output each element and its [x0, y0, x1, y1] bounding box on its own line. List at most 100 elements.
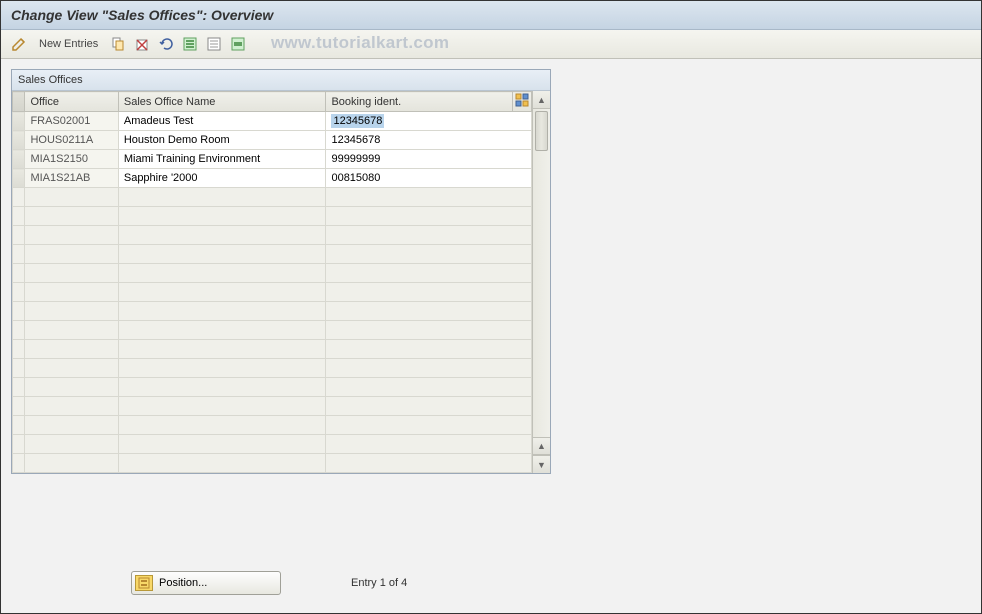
empty-cell[interactable]: [326, 416, 532, 435]
empty-row[interactable]: [13, 397, 532, 416]
empty-row[interactable]: [13, 245, 532, 264]
empty-cell[interactable]: [118, 340, 326, 359]
empty-cell[interactable]: [118, 207, 326, 226]
row-selector[interactable]: [13, 321, 25, 340]
row-selector[interactable]: [13, 112, 25, 131]
row-selector[interactable]: [13, 264, 25, 283]
table-row[interactable]: MIA1S21ABSapphire '200000815080: [13, 169, 532, 188]
row-selector[interactable]: [13, 245, 25, 264]
empty-cell[interactable]: [25, 302, 118, 321]
booking-header[interactable]: Booking ident.: [326, 92, 513, 112]
table-row[interactable]: HOUS0211AHouston Demo Room12345678: [13, 131, 532, 150]
empty-cell[interactable]: [25, 378, 118, 397]
empty-cell[interactable]: [25, 264, 118, 283]
delete-icon[interactable]: [132, 34, 152, 54]
booking-cell[interactable]: 12345678: [326, 131, 532, 150]
empty-cell[interactable]: [326, 359, 532, 378]
name-cell[interactable]: Amadeus Test: [118, 112, 326, 131]
empty-cell[interactable]: [25, 321, 118, 340]
row-selector[interactable]: [13, 131, 25, 150]
change-icon[interactable]: [9, 34, 29, 54]
empty-cell[interactable]: [25, 416, 118, 435]
empty-row[interactable]: [13, 207, 532, 226]
name-header[interactable]: Sales Office Name: [118, 92, 326, 112]
empty-row[interactable]: [13, 435, 532, 454]
name-cell[interactable]: Sapphire '2000: [118, 169, 326, 188]
empty-row[interactable]: [13, 359, 532, 378]
row-selector[interactable]: [13, 435, 25, 454]
empty-cell[interactable]: [118, 435, 326, 454]
row-selector[interactable]: [13, 378, 25, 397]
empty-cell[interactable]: [118, 226, 326, 245]
office-header[interactable]: Office: [25, 92, 118, 112]
empty-row[interactable]: [13, 321, 532, 340]
copy-icon[interactable]: [108, 34, 128, 54]
empty-cell[interactable]: [326, 454, 532, 473]
row-selector[interactable]: [13, 416, 25, 435]
name-cell[interactable]: Houston Demo Room: [118, 131, 326, 150]
row-selector[interactable]: [13, 169, 25, 188]
empty-cell[interactable]: [326, 378, 532, 397]
empty-row[interactable]: [13, 302, 532, 321]
empty-cell[interactable]: [25, 283, 118, 302]
empty-row[interactable]: [13, 378, 532, 397]
scroll-down-icon[interactable]: ▼: [533, 455, 550, 473]
empty-cell[interactable]: [118, 188, 326, 207]
selector-header[interactable]: [13, 92, 25, 112]
row-selector[interactable]: [13, 226, 25, 245]
empty-cell[interactable]: [118, 321, 326, 340]
empty-cell[interactable]: [326, 207, 532, 226]
row-selector[interactable]: [13, 359, 25, 378]
position-button[interactable]: Position...: [131, 571, 281, 595]
row-selector[interactable]: [13, 283, 25, 302]
row-selector[interactable]: [13, 340, 25, 359]
row-selector[interactable]: [13, 397, 25, 416]
empty-cell[interactable]: [25, 207, 118, 226]
config-header[interactable]: [513, 92, 532, 112]
row-selector[interactable]: [13, 150, 25, 169]
empty-cell[interactable]: [25, 340, 118, 359]
empty-row[interactable]: [13, 188, 532, 207]
select-block-icon[interactable]: [228, 34, 248, 54]
row-selector[interactable]: [13, 188, 25, 207]
empty-cell[interactable]: [25, 454, 118, 473]
select-all-icon[interactable]: [180, 34, 200, 54]
empty-cell[interactable]: [326, 264, 532, 283]
row-selector[interactable]: [13, 207, 25, 226]
empty-cell[interactable]: [326, 321, 532, 340]
table-row[interactable]: MIA1S2150Miami Training Environment99999…: [13, 150, 532, 169]
booking-cell[interactable]: 12345678: [326, 112, 532, 131]
scroll-thumb[interactable]: [535, 111, 548, 151]
empty-cell[interactable]: [118, 283, 326, 302]
empty-cell[interactable]: [118, 359, 326, 378]
empty-cell[interactable]: [25, 226, 118, 245]
empty-cell[interactable]: [326, 188, 532, 207]
empty-row[interactable]: [13, 340, 532, 359]
deselect-all-icon[interactable]: [204, 34, 224, 54]
empty-cell[interactable]: [326, 340, 532, 359]
empty-cell[interactable]: [326, 397, 532, 416]
booking-cell[interactable]: 99999999: [326, 150, 532, 169]
empty-row[interactable]: [13, 226, 532, 245]
empty-cell[interactable]: [326, 283, 532, 302]
empty-cell[interactable]: [25, 435, 118, 454]
empty-cell[interactable]: [118, 416, 326, 435]
empty-cell[interactable]: [326, 245, 532, 264]
empty-cell[interactable]: [25, 359, 118, 378]
name-cell[interactable]: Miami Training Environment: [118, 150, 326, 169]
empty-cell[interactable]: [326, 302, 532, 321]
empty-cell[interactable]: [326, 226, 532, 245]
empty-cell[interactable]: [118, 454, 326, 473]
office-cell[interactable]: MIA1S2150: [25, 150, 118, 169]
empty-cell[interactable]: [326, 435, 532, 454]
scroll-down-icon[interactable]: ▲: [533, 437, 550, 455]
row-selector[interactable]: [13, 454, 25, 473]
table-row[interactable]: FRAS02001Amadeus Test12345678: [13, 112, 532, 131]
empty-cell[interactable]: [25, 245, 118, 264]
office-cell[interactable]: FRAS02001: [25, 112, 118, 131]
empty-cell[interactable]: [118, 245, 326, 264]
scroll-up-icon[interactable]: ▲: [533, 91, 550, 109]
empty-cell[interactable]: [118, 397, 326, 416]
empty-cell[interactable]: [118, 264, 326, 283]
new-entries-button[interactable]: New Entries: [33, 36, 104, 52]
